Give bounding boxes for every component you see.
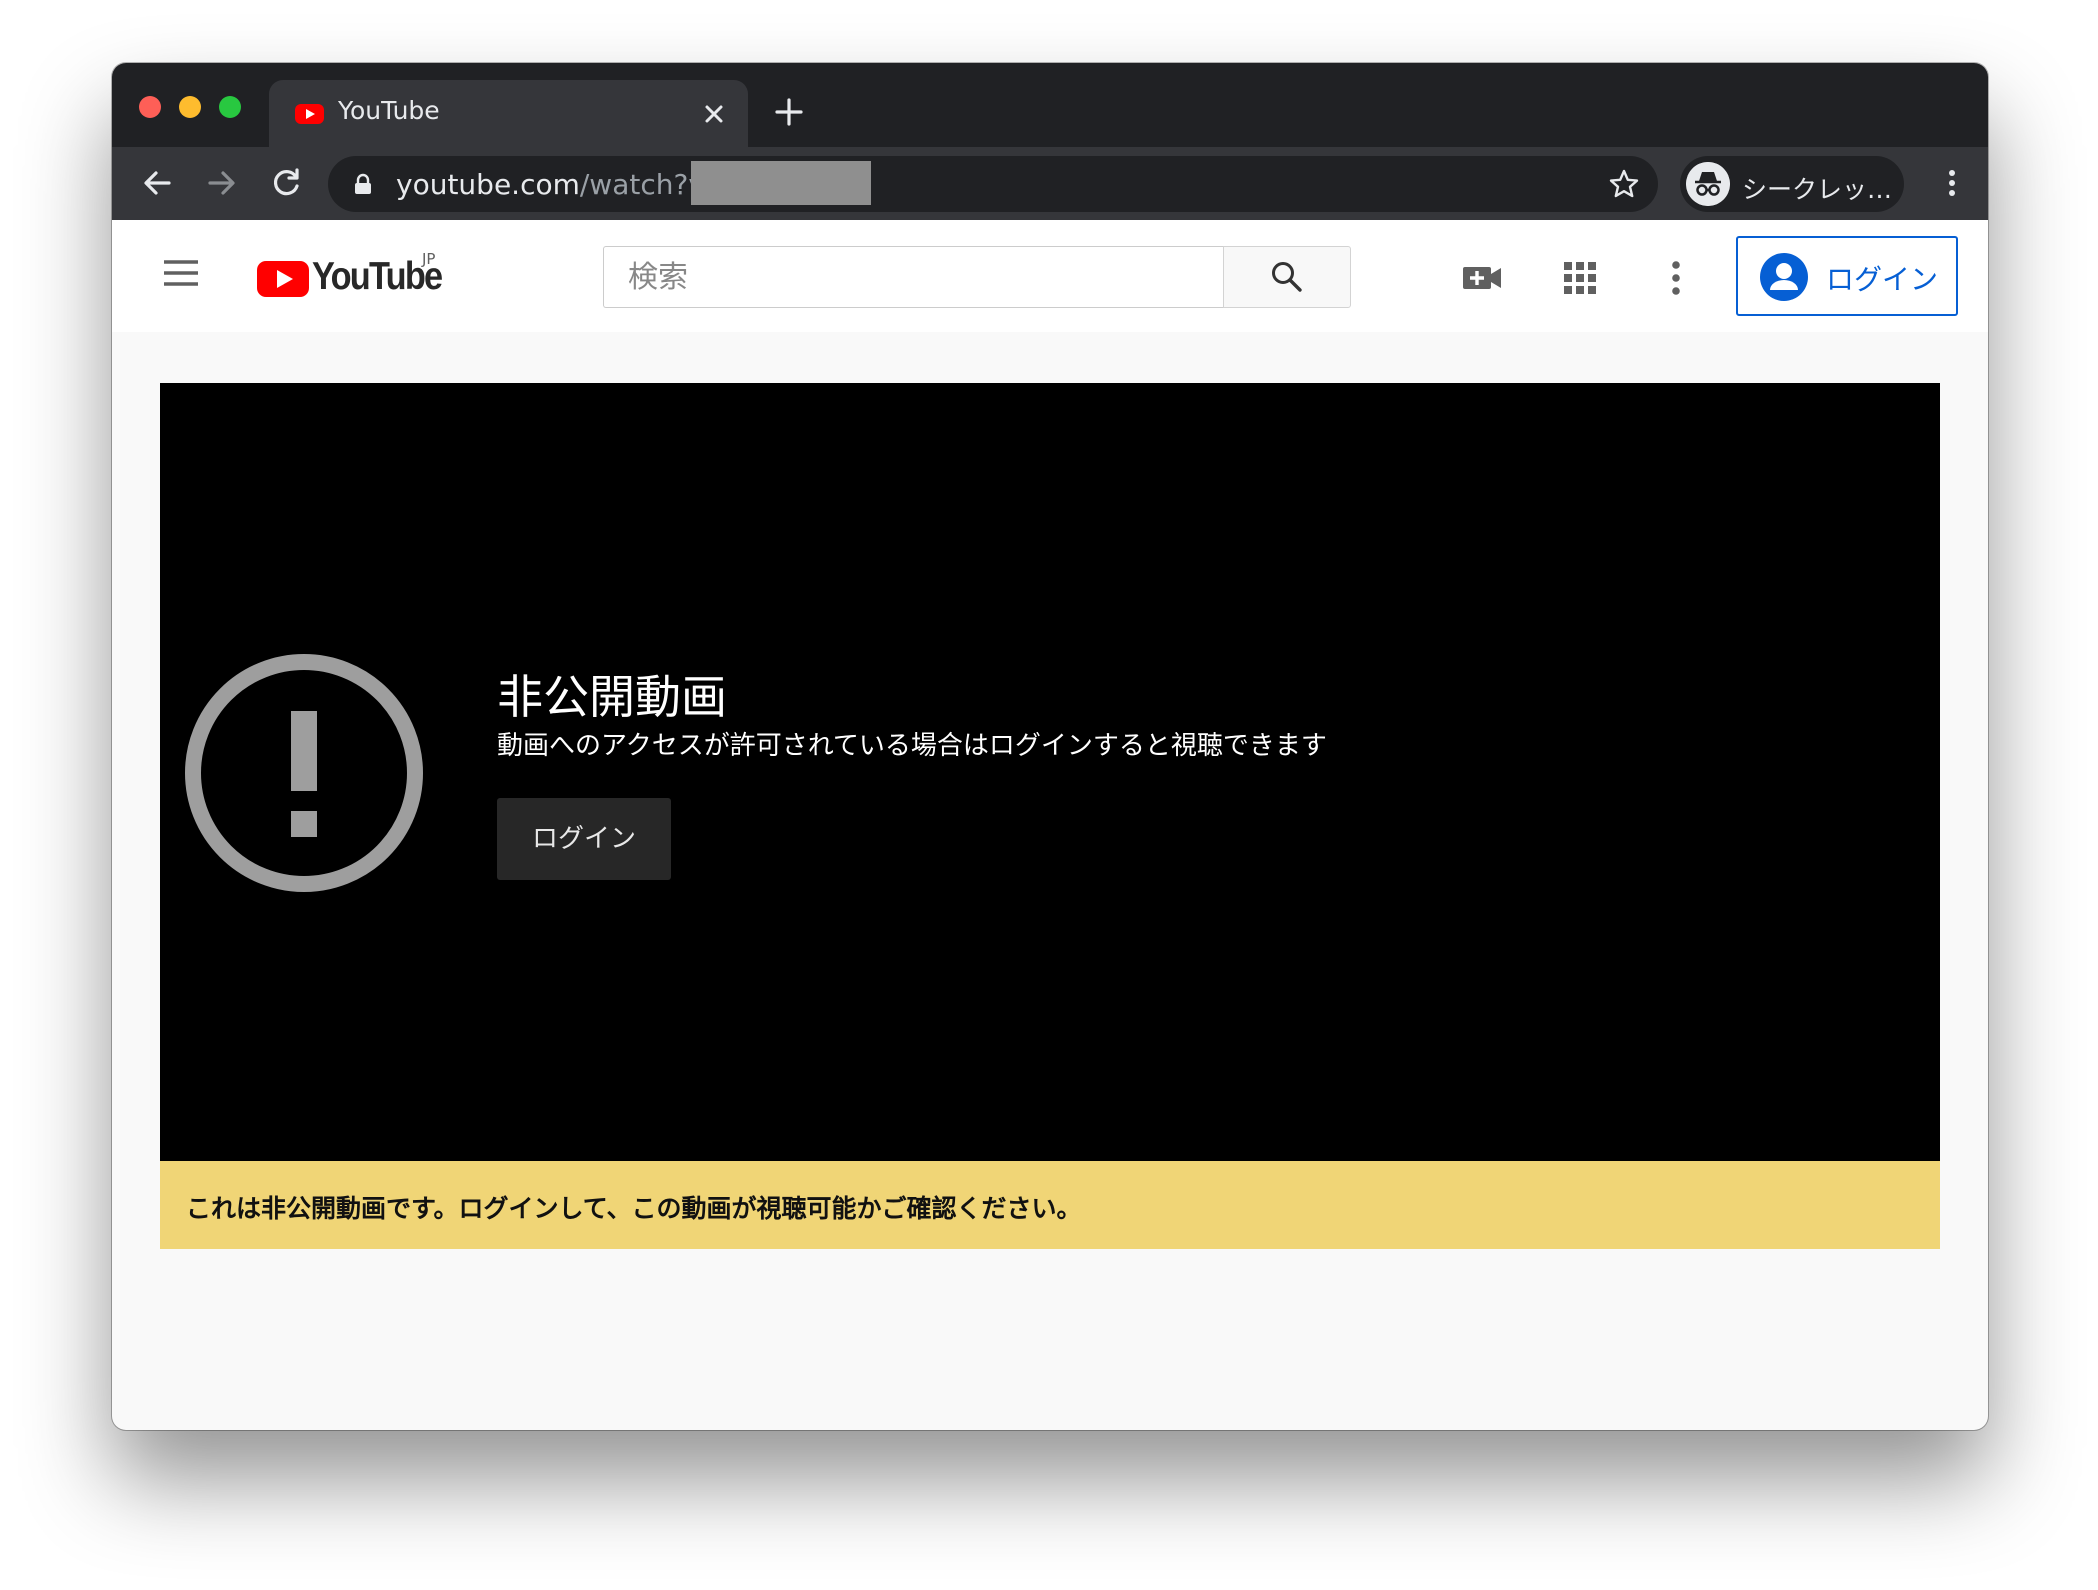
search-button[interactable] <box>1223 246 1351 308</box>
browser-window: YouTube youtube.com/watch?v= シークレッ… YouT… <box>112 63 1988 1430</box>
url-host: youtube.com <box>396 168 580 201</box>
incognito-label: シークレッ… <box>1742 175 1893 204</box>
header-login-label: ログイン <box>1826 263 1939 296</box>
address-bar[interactable]: youtube.com/watch?v= <box>328 156 1658 212</box>
alert-circle-icon <box>185 654 423 892</box>
lock-icon <box>355 173 371 194</box>
more-vert-icon[interactable] <box>1934 165 1970 201</box>
youtube-favicon-icon <box>295 104 324 124</box>
search-input[interactable] <box>604 247 1223 307</box>
error-title: 非公開動画 <box>497 670 727 724</box>
youtube-logo[interactable]: YouTube JP <box>257 250 445 302</box>
new-tab-icon[interactable] <box>772 95 806 129</box>
header-login-button[interactable]: ログイン <box>1736 236 1958 316</box>
menu-icon[interactable] <box>162 258 200 288</box>
search-icon <box>1272 262 1302 292</box>
close-icon[interactable] <box>700 100 728 128</box>
browser-toolbar: youtube.com/watch?v= シークレッ… <box>112 147 1988 220</box>
apps-grid-icon[interactable] <box>1558 256 1602 300</box>
youtube-play-logo-icon <box>257 261 309 297</box>
logo-region: JP <box>422 250 436 268</box>
search-box[interactable] <box>603 246 1223 308</box>
url-text: youtube.com/watch?v= <box>396 168 728 201</box>
settings-more-vert-icon[interactable] <box>1654 256 1698 300</box>
back-arrow-icon[interactable] <box>139 165 175 201</box>
account-circle-icon <box>1760 253 1808 301</box>
star-icon[interactable] <box>1608 168 1640 200</box>
url-redaction <box>691 161 871 205</box>
title-bar: YouTube <box>112 63 1988 147</box>
notice-text: これは非公開動画です。ログインして、この動画が視聴可能かご確認ください。 <box>186 1194 1082 1223</box>
private-video-notice: これは非公開動画です。ログインして、この動画が視聴可能かご確認ください。 <box>160 1161 1940 1249</box>
forward-arrow-icon[interactable] <box>204 165 240 201</box>
close-window-button[interactable] <box>139 96 161 118</box>
create-video-icon[interactable] <box>1460 256 1504 300</box>
browser-tab[interactable]: YouTube <box>269 80 748 147</box>
tab-title: YouTube <box>338 96 440 125</box>
minimize-window-button[interactable] <box>179 96 201 118</box>
reload-icon[interactable] <box>268 165 304 201</box>
incognito-profile-chip[interactable]: シークレッ… <box>1680 156 1904 212</box>
player-login-button[interactable]: ログイン <box>497 798 671 880</box>
maximize-window-button[interactable] <box>219 96 241 118</box>
incognito-icon <box>1686 162 1730 206</box>
video-player: 非公開動画 動画へのアクセスが許可されている場合はログインすると視聴できます ロ… <box>160 383 1940 1161</box>
youtube-header: YouTube JP 検索 ログイン <box>112 220 1988 332</box>
error-subtitle: 動画へのアクセスが許可されている場合はログインすると視聴できます <box>497 731 1327 761</box>
